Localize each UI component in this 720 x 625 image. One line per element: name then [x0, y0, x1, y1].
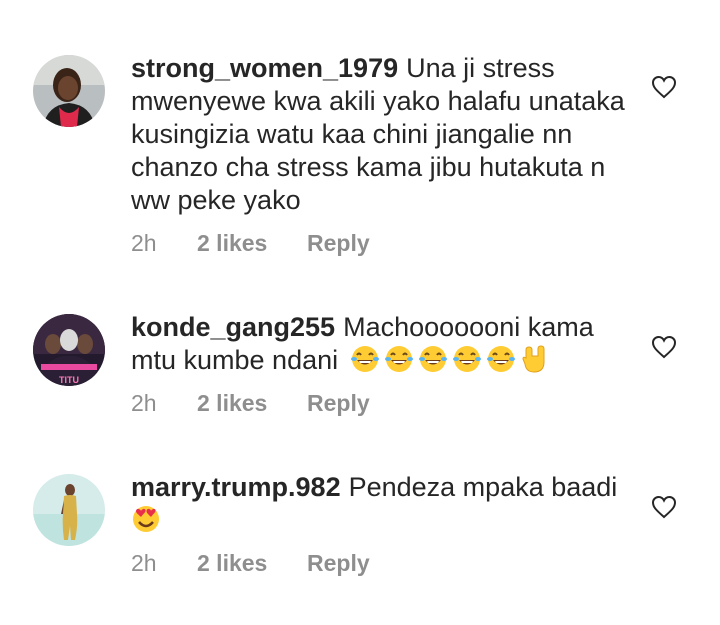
- comment-username[interactable]: konde_gang255: [131, 312, 335, 342]
- user-photo-icon: [33, 474, 105, 546]
- avatar[interactable]: [33, 474, 105, 546]
- avatar[interactable]: TITU: [33, 314, 105, 386]
- comment-meta: 2h 2 likes Reply: [131, 390, 370, 417]
- svg-text:TITU: TITU: [59, 375, 79, 385]
- user-photo-icon: [33, 55, 105, 127]
- reply-button[interactable]: Reply: [307, 230, 370, 257]
- laughing-tears-icon: [350, 346, 379, 372]
- laughing-tears-icon: [486, 346, 515, 372]
- user-photo-icon: TITU: [33, 314, 105, 386]
- laughing-tears-icon: [418, 346, 447, 372]
- comment-time: 2h: [131, 230, 157, 256]
- comment-time: 2h: [131, 390, 157, 416]
- comment-body: marry.trump.982 Pendeza mpaka baadi: [131, 471, 631, 537]
- comment-username[interactable]: strong_women_1979: [131, 53, 398, 83]
- comment-likes[interactable]: 2 likes: [197, 230, 307, 257]
- heart-outline-icon[interactable]: [651, 75, 677, 99]
- comments-list: strong_women_1979 Una ji stress mwenyewe …: [0, 0, 720, 625]
- comment-time: 2h: [131, 550, 157, 576]
- laughing-tears-icon: [384, 346, 413, 372]
- rock-on-hand-icon: [522, 345, 545, 373]
- reply-button[interactable]: Reply: [307, 550, 370, 577]
- comment-text: Pendeza mpaka baadi: [348, 472, 618, 502]
- avatar[interactable]: [33, 55, 105, 127]
- laughing-tears-icon: [452, 346, 481, 372]
- heart-eyes-icon: [133, 506, 159, 532]
- reply-button[interactable]: Reply: [307, 390, 370, 417]
- comment-likes[interactable]: 2 likes: [197, 550, 307, 577]
- comment-username[interactable]: marry.trump.982: [131, 472, 341, 502]
- emoji-group: [131, 504, 161, 534]
- comment-likes[interactable]: 2 likes: [197, 390, 307, 417]
- comment-body: strong_women_1979 Una ji stress mwenyewe …: [131, 52, 631, 217]
- heart-outline-icon[interactable]: [651, 335, 677, 359]
- heart-outline-icon[interactable]: [651, 495, 677, 519]
- comment-meta: 2h 2 likes Reply: [131, 550, 370, 577]
- comment-meta: 2h 2 likes Reply: [131, 230, 370, 257]
- comment-body: konde_gang255 Machooooooni kama mtu kumbe…: [131, 311, 631, 377]
- emoji-group: [350, 344, 550, 374]
